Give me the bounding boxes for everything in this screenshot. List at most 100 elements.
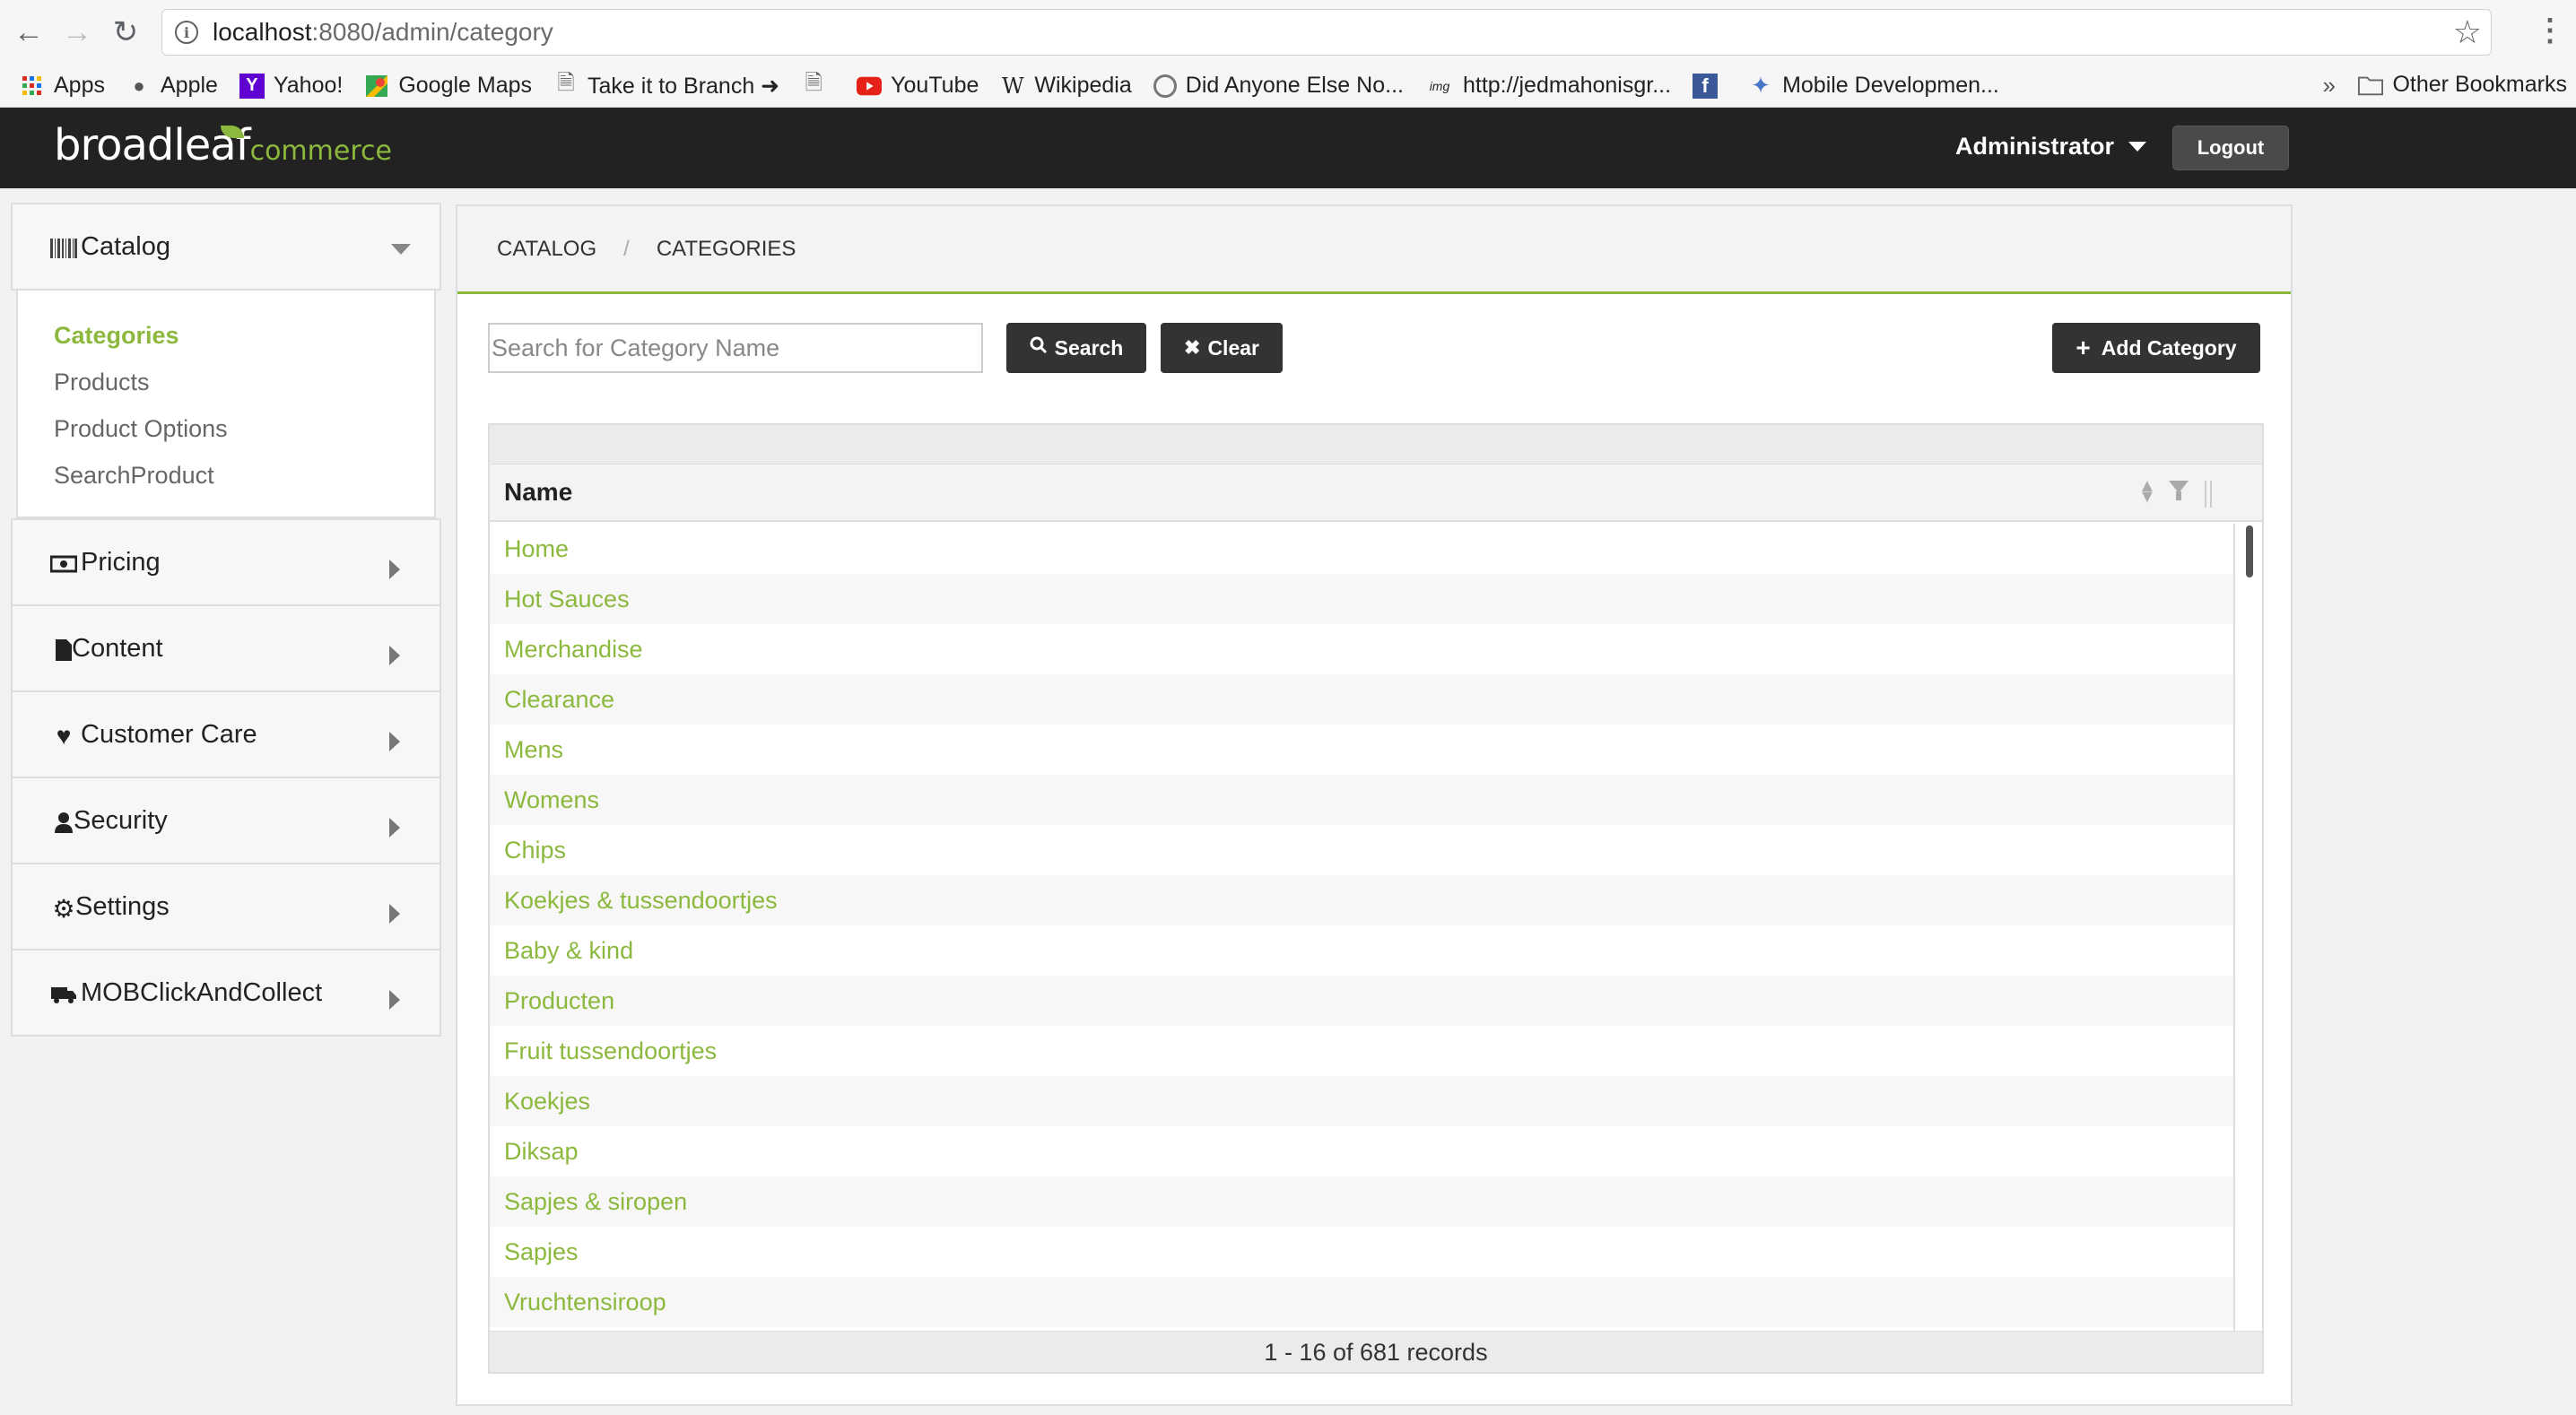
chevron-right-icon [389, 646, 400, 665]
bookmark-jedmahonis[interactable]: img http://jedmahonisgr... [1425, 73, 1671, 99]
bookmark-label: Take it to Branch ➜ [587, 73, 780, 99]
sidebar-item-products[interactable]: Products [54, 359, 434, 405]
table-row[interactable]: Fruit tussendoortjes [490, 1026, 2233, 1076]
table-row[interactable]: Koekjes & tussendoortjes [490, 875, 2233, 925]
broadleaf-logo[interactable]: broadleafcommerce [54, 120, 392, 170]
google-maps-icon [364, 74, 389, 99]
table-row[interactable]: Clearance [490, 674, 2233, 725]
sidebar-section-content[interactable]: Content [11, 604, 441, 692]
search-button[interactable]: Search [1006, 323, 1146, 373]
category-search-input[interactable] [488, 323, 983, 373]
bookmark-mobile-development[interactable]: ✦ Mobile Developmen... [1748, 72, 1999, 99]
bookmark-yahoo[interactable]: Y Yahoo! [239, 73, 343, 99]
browser-toolbar: ← → ↻ i localhost:8080/admin/category ☆ … [0, 0, 2576, 65]
browser-menu-icon[interactable]: ⋮ [2535, 13, 2565, 48]
bookmark-facebook[interactable]: f [1693, 73, 1727, 99]
table-row[interactable]: Hot Sauces [490, 574, 2233, 624]
table-row[interactable]: Sapjes & siropen [490, 1176, 2233, 1227]
table-row[interactable]: Producten [490, 976, 2233, 1026]
barcode-icon [50, 235, 77, 262]
other-bookmarks-label: Other Bookmarks [2392, 72, 2567, 97]
forward-arrow-icon[interactable]: → [57, 13, 97, 52]
add-category-button[interactable]: + Add Category [2052, 323, 2260, 373]
sidebar-section-mobclickandcollect[interactable]: MOBClickAndCollect [11, 949, 441, 1037]
url-text: localhost:8080/admin/category [213, 18, 553, 46]
bookmark-label: Apps [54, 73, 105, 98]
heart-icon: ♥ [56, 722, 72, 750]
file-icon [50, 637, 77, 664]
bookmark-google-maps[interactable]: Google Maps [364, 73, 532, 99]
gear-icon: ⚙ [52, 894, 75, 923]
table-row[interactable]: Sapjes [490, 1227, 2233, 1277]
main-panel: CATALOG / CATEGORIES Search ✖ Clear + Ad… [456, 204, 2293, 1406]
sort-icon[interactable]: ▲ ▼ [2138, 477, 2156, 506]
column-resize-handle[interactable] [2205, 481, 2212, 508]
apple-icon: ● [133, 74, 145, 97]
other-bookmarks[interactable]: Other Bookmarks [2358, 72, 2567, 98]
add-category-label: Add Category [2101, 335, 2237, 360]
page-icon: 🗎 [557, 71, 575, 95]
column-header-name[interactable]: Name [504, 478, 572, 507]
sidebar-item-product-options[interactable]: Product Options [54, 405, 434, 452]
puzzle-icon: ✦ [1751, 72, 1771, 99]
reload-icon[interactable]: ↻ [106, 13, 145, 52]
back-arrow-icon[interactable]: ← [9, 13, 48, 52]
clear-button[interactable]: ✖ Clear [1161, 323, 1283, 373]
bookmark-did-anyone-else[interactable]: Did Anyone Else No... [1153, 73, 1404, 99]
scrollbar-thumb[interactable] [2246, 525, 2253, 577]
bookmark-apps[interactable]: Apps [20, 73, 105, 99]
sidebar-section-label: Security [74, 805, 168, 835]
sidebar: Catalog Categories Products Product Opti… [11, 203, 441, 1037]
bookmark-apple[interactable]: ● Apple [126, 73, 218, 99]
bookmark-label: http://jedmahonisgr... [1462, 73, 1672, 98]
records-count: 1 - 16 of 681 records [490, 1331, 2262, 1372]
search-icon [1030, 336, 1048, 360]
bookmark-star-icon[interactable]: ☆ [2453, 13, 2482, 51]
bookmark-take-it-to-branch[interactable]: 🗎 Take it to Branch ➜ [553, 71, 780, 100]
sidebar-section-label: Customer Care [81, 719, 257, 749]
bookmark-label: Mobile Developmen... [1782, 73, 1999, 98]
table-row[interactable]: Home [490, 524, 2233, 574]
table-row[interactable]: Vruchtensiroop [490, 1277, 2233, 1327]
sidebar-section-catalog[interactable]: Catalog [11, 203, 441, 291]
table-row[interactable]: Chips [490, 825, 2233, 875]
img-icon: img [1429, 78, 1450, 93]
chevron-right-icon [389, 818, 400, 838]
bookmark-youtube[interactable]: YouTube [857, 73, 979, 99]
bookmark-wikipedia[interactable]: W Wikipedia [1000, 73, 1132, 99]
grid-header: Name ▲ ▼ [490, 464, 2262, 522]
table-row[interactable]: Diksap [490, 1126, 2233, 1176]
sidebar-section-customer-care[interactable]: ♥ Customer Care [11, 690, 441, 778]
sidebar-item-categories[interactable]: Categories [54, 312, 434, 359]
sidebar-section-pricing[interactable]: Pricing [11, 518, 441, 606]
bookmark-label: YouTube [891, 73, 979, 98]
table-row[interactable]: Mens [490, 725, 2233, 775]
breadcrumb-catalog[interactable]: CATALOG [497, 237, 596, 262]
grid-scrollbar[interactable] [2239, 524, 2260, 1331]
admin-user-name: Administrator [1955, 133, 2115, 160]
truck-icon [50, 981, 77, 1008]
logout-button[interactable]: Logout [2172, 126, 2289, 170]
sidebar-section-label: Settings [75, 891, 170, 921]
breadcrumb-separator: / [623, 236, 630, 261]
category-grid: Name ▲ ▼ Home Hot Sauces Merchandise Clea… [488, 423, 2264, 1374]
table-row[interactable]: Baby & kind [490, 925, 2233, 976]
sidebar-item-search-product[interactable]: SearchProduct [54, 452, 434, 499]
logo-sub: commerce [249, 135, 392, 167]
info-icon[interactable]: i [175, 21, 198, 44]
table-row[interactable]: Merchandise [490, 624, 2233, 674]
bookmark-page[interactable]: 🗎 [801, 71, 835, 99]
sidebar-section-settings[interactable]: ⚙ Settings [11, 863, 441, 951]
grid-body: Home Hot Sauces Merchandise Clearance Me… [490, 524, 2235, 1331]
bookmark-label: Apple [160, 73, 218, 98]
address-bar[interactable]: i localhost:8080/admin/category ☆ [161, 9, 2492, 56]
table-row[interactable]: Womens [490, 775, 2233, 825]
admin-user-menu[interactable]: Administrator [1955, 133, 2147, 161]
bookmarks-more-icon[interactable]: » [2323, 72, 2336, 100]
sidebar-section-security[interactable]: Security [11, 777, 441, 864]
table-row[interactable]: Koekjes [490, 1076, 2233, 1126]
sidebar-section-label: Content [72, 633, 163, 663]
bookmarks-bar: Apps ● Apple Y Yahoo! Google Maps 🗎 Take… [0, 65, 2576, 108]
apps-grid-icon [20, 74, 45, 99]
search-button-label: Search [1054, 335, 1124, 360]
